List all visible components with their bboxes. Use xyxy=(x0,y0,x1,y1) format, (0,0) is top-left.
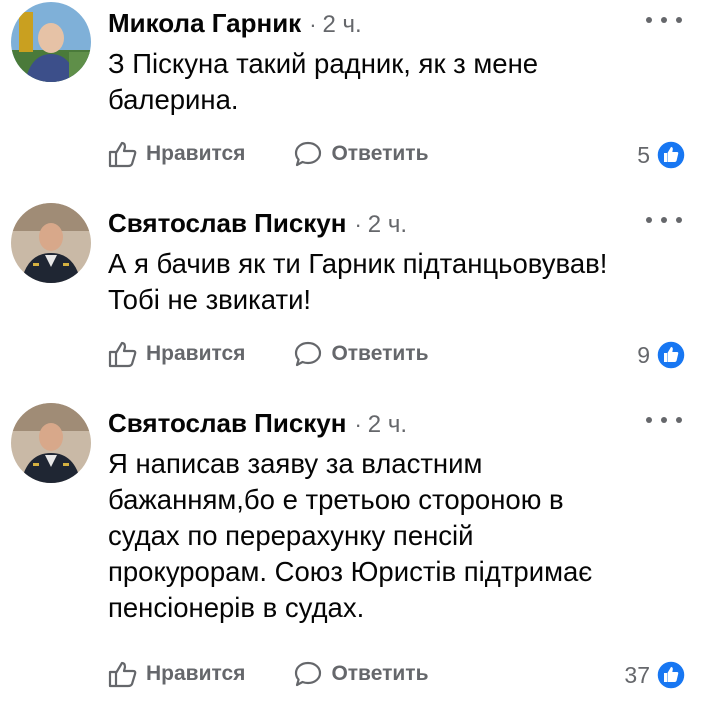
reply-button[interactable]: Ответить xyxy=(293,140,428,168)
author-name[interactable]: Святослав Пискун xyxy=(108,208,346,239)
avatar-photo xyxy=(11,2,91,82)
reply-label: Ответить xyxy=(331,342,429,365)
speech-bubble-icon xyxy=(295,141,322,167)
separator-dot: · xyxy=(309,12,317,37)
avatar[interactable] xyxy=(11,403,91,483)
reaction-count: 5 xyxy=(637,141,650,168)
author-name[interactable]: Микола Гарник xyxy=(108,8,301,39)
speech-bubble-icon xyxy=(295,661,322,687)
comment-actions: Нравится Ответить xyxy=(108,140,428,168)
reply-button[interactable]: Ответить xyxy=(293,660,428,688)
separator-dot: · xyxy=(354,212,362,237)
more-options-icon[interactable] xyxy=(646,213,682,227)
like-label: Нравится xyxy=(146,662,246,685)
thumbs-up-icon xyxy=(108,141,137,168)
reactions-summary[interactable]: 37 xyxy=(624,660,686,690)
comment-header: Микола Гарник · 2 ч. xyxy=(108,8,362,39)
like-reaction-icon xyxy=(656,660,686,690)
comment-header: Святослав Пискун · 2 ч. xyxy=(108,408,407,439)
comment-text: А я бачив як ти Гарник підтанцьовував! Т… xyxy=(108,248,608,315)
comment-actions: Нравится Ответить xyxy=(108,340,428,368)
avatar-photo xyxy=(11,203,91,283)
reply-label: Ответить xyxy=(331,142,429,165)
speech-bubble-icon xyxy=(295,341,322,367)
reply-label: Ответить xyxy=(331,662,429,685)
comment-header: Святослав Пискун · 2 ч. xyxy=(108,208,407,239)
reaction-count: 9 xyxy=(637,341,650,368)
more-options-icon[interactable] xyxy=(646,413,682,427)
avatar[interactable] xyxy=(11,2,91,82)
like-label: Нравится xyxy=(146,342,246,365)
reactions-summary[interactable]: 9 xyxy=(637,340,686,370)
comment-text: З Піскуна такий радник, як з мене балери… xyxy=(108,48,539,115)
reactions-summary[interactable]: 5 xyxy=(637,140,686,170)
thumbs-up-icon xyxy=(108,341,137,368)
avatar[interactable] xyxy=(11,203,91,283)
like-reaction-icon xyxy=(656,340,686,370)
separator-dot: · xyxy=(354,412,362,437)
author-name[interactable]: Святослав Пискун xyxy=(108,408,346,439)
reaction-count: 37 xyxy=(624,661,650,688)
reply-button[interactable]: Ответить xyxy=(293,340,428,368)
like-label: Нравится xyxy=(146,142,246,165)
more-options-icon[interactable] xyxy=(646,13,682,27)
timestamp[interactable]: 2 ч. xyxy=(368,211,407,239)
timestamp[interactable]: 2 ч. xyxy=(323,11,362,39)
comment-text: Я написав заяву за властним бажанням,бо … xyxy=(108,448,593,623)
avatar-photo xyxy=(11,403,91,483)
comment-actions: Нравится Ответить xyxy=(108,660,428,688)
thumbs-up-icon xyxy=(108,661,137,688)
like-button[interactable]: Нравится xyxy=(108,340,245,368)
timestamp[interactable]: 2 ч. xyxy=(368,411,407,439)
like-button[interactable]: Нравится xyxy=(108,660,245,688)
like-button[interactable]: Нравится xyxy=(108,140,245,168)
like-reaction-icon xyxy=(656,140,686,170)
